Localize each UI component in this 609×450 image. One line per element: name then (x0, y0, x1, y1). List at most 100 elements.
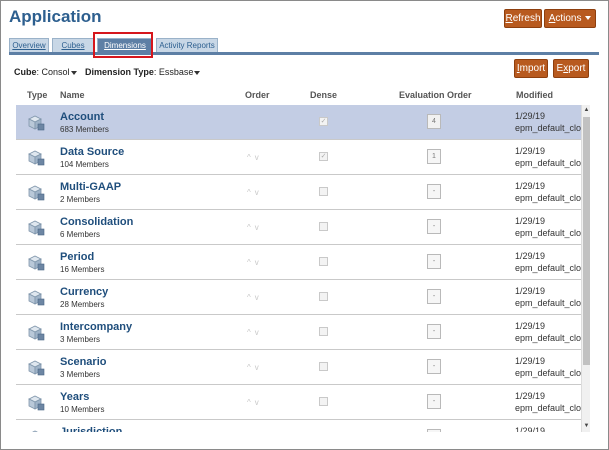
move-up-icon[interactable]: ^ (247, 188, 255, 197)
table-row[interactable]: Consolidation 6 Members ^v - 1/29/19 epm_defa… (16, 210, 582, 245)
data-source-dimension-icon (26, 149, 46, 167)
dimensions-table: Account 683 Members ✓ 4 1/29/19 epm_default_c… (16, 105, 582, 432)
scroll-down-icon[interactable]: ▼ (583, 422, 590, 431)
order-arrows[interactable]: ^v (247, 328, 263, 337)
order-arrows[interactable]: ^v (247, 293, 263, 302)
evaluation-order-field[interactable]: - (427, 289, 441, 304)
member-count: 104 Members (60, 160, 109, 169)
move-down-icon[interactable]: v (255, 223, 263, 232)
move-down-icon[interactable]: v (255, 328, 263, 337)
intercompany-dimension-icon (26, 324, 46, 342)
evaluation-order-field[interactable]: 4 (427, 114, 441, 129)
multi-gaap-dimension-icon (26, 184, 46, 202)
evaluation-order-field[interactable]: - (427, 394, 441, 409)
move-up-icon[interactable]: ^ (247, 293, 255, 302)
refresh-button[interactable]: Refresh (504, 9, 542, 28)
evaluation-order-field[interactable]: - (427, 359, 441, 374)
jurisdiction-dimension-icon (26, 429, 46, 432)
evaluation-order-field[interactable]: - (427, 254, 441, 269)
move-up-icon[interactable]: ^ (247, 363, 255, 372)
member-count: 683 Members (60, 125, 109, 134)
evaluation-order-field[interactable]: 1 (427, 149, 441, 164)
table-row[interactable]: Scenario 3 Members ^v - 1/29/19 epm_default_c… (16, 350, 582, 385)
move-up-icon[interactable]: ^ (247, 153, 255, 162)
dense-checkbox[interactable] (319, 362, 328, 371)
dense-checkbox[interactable] (319, 292, 328, 301)
scroll-up-icon[interactable]: ▲ (583, 106, 590, 115)
page-title: Application (9, 7, 102, 26)
evaluation-order-field[interactable]: - (427, 429, 441, 432)
table-row[interactable]: Account 683 Members ✓ 4 1/29/19 epm_default_c… (16, 105, 582, 140)
move-down-icon[interactable]: v (255, 258, 263, 267)
dimension-name-link[interactable]: Period (60, 251, 94, 263)
dimension-name-link[interactable]: Multi-GAAP (60, 181, 121, 193)
modified-date: 1/29/19 (515, 286, 546, 296)
table-row[interactable]: Period 16 Members ^v - 1/29/19 epm_default_cl… (16, 245, 582, 280)
table-row[interactable]: Multi-GAAP 2 Members ^v - 1/29/19 epm_default… (16, 175, 582, 210)
evaluation-order-field[interactable]: - (427, 219, 441, 234)
chevron-down-icon (585, 16, 592, 21)
move-down-icon[interactable]: v (255, 153, 263, 162)
dense-checkbox[interactable] (319, 222, 328, 231)
export-button[interactable]: Export (553, 59, 589, 78)
order-arrows[interactable]: ^v (247, 188, 263, 197)
move-up-icon[interactable]: ^ (247, 258, 255, 267)
order-arrows[interactable]: ^v (247, 153, 263, 162)
import-button[interactable]: Import (514, 59, 548, 78)
dense-checkbox[interactable] (319, 327, 328, 336)
dimension-name-link[interactable]: Account (60, 111, 104, 123)
tab-cubes[interactable]: Cubes (52, 38, 94, 53)
member-count: 3 Members (60, 335, 101, 344)
actions-menu-button[interactable]: Actions (544, 9, 596, 28)
column-header-dense[interactable]: Dense (310, 90, 337, 100)
dimension-name-link[interactable]: Data Source (60, 146, 124, 158)
dimension-name-link[interactable]: Years (60, 391, 89, 403)
dimension-name-link[interactable]: Scenario (60, 356, 106, 368)
period-dimension-icon (26, 254, 46, 272)
dimension-name-link[interactable]: Intercompany (60, 321, 132, 333)
column-header-name[interactable]: Name (60, 90, 85, 100)
dense-checkbox[interactable] (319, 397, 328, 406)
modified-date: 1/29/19 (515, 146, 546, 156)
move-up-icon[interactable]: ^ (247, 398, 255, 407)
dimension-type-select[interactable]: Essbase (159, 67, 201, 77)
column-header-modified[interactable]: Modified (516, 90, 553, 100)
order-arrows[interactable]: ^v (247, 363, 263, 372)
modified-by: epm_default_clo (515, 158, 582, 168)
application-window: Application Refresh Actions Overview Cub… (0, 0, 609, 450)
scrollbar-thumb[interactable] (583, 117, 590, 365)
dimension-name-link[interactable]: Jurisdiction (60, 426, 122, 432)
move-down-icon[interactable]: v (255, 363, 263, 372)
evaluation-order-field[interactable]: - (427, 184, 441, 199)
column-header-order[interactable]: Order (245, 90, 270, 100)
dense-checkbox[interactable] (319, 257, 328, 266)
table-scrollbar[interactable]: ▲ ▼ (581, 105, 590, 432)
dense-checkbox[interactable]: ✓ (319, 117, 328, 126)
evaluation-order-field[interactable]: - (427, 324, 441, 339)
order-arrows[interactable]: ^v (247, 223, 263, 232)
table-row[interactable]: Intercompany 3 Members ^v - 1/29/19 epm_defau… (16, 315, 582, 350)
tab-overview[interactable]: Overview (9, 38, 49, 53)
dimension-name-link[interactable]: Consolidation (60, 216, 133, 228)
table-row[interactable]: Data Source 104 Members ^v ✓ 1 1/29/19 epm_def… (16, 140, 582, 175)
move-down-icon[interactable]: v (255, 188, 263, 197)
table-row[interactable]: Years 10 Members ^v - 1/29/19 epm_default_clo (16, 385, 582, 420)
move-down-icon[interactable]: v (255, 293, 263, 302)
table-row[interactable]: Currency 28 Members ^v - 1/29/19 epm_default_… (16, 280, 582, 315)
tab-activity-reports[interactable]: Activity Reports (156, 38, 218, 53)
modified-by: epm_default_clo (515, 333, 582, 343)
dimension-name-link[interactable]: Currency (60, 286, 108, 298)
move-up-icon[interactable]: ^ (247, 223, 255, 232)
order-arrows[interactable]: ^v (247, 258, 263, 267)
table-row[interactable]: Jurisdiction^v-1/29/19epm_default_clo (16, 420, 582, 432)
column-header-type[interactable]: Type (27, 90, 47, 100)
move-up-icon[interactable]: ^ (247, 328, 255, 337)
cube-filter: Cube: Consol (14, 67, 77, 77)
consolidation-dimension-icon (26, 219, 46, 237)
column-header-evaluation-order[interactable]: Evaluation Order (399, 90, 472, 100)
cube-select[interactable]: Consol (42, 67, 77, 77)
move-down-icon[interactable]: v (255, 398, 263, 407)
dense-checkbox[interactable] (319, 187, 328, 196)
order-arrows[interactable]: ^v (247, 398, 263, 407)
dense-checkbox[interactable]: ✓ (319, 152, 328, 161)
